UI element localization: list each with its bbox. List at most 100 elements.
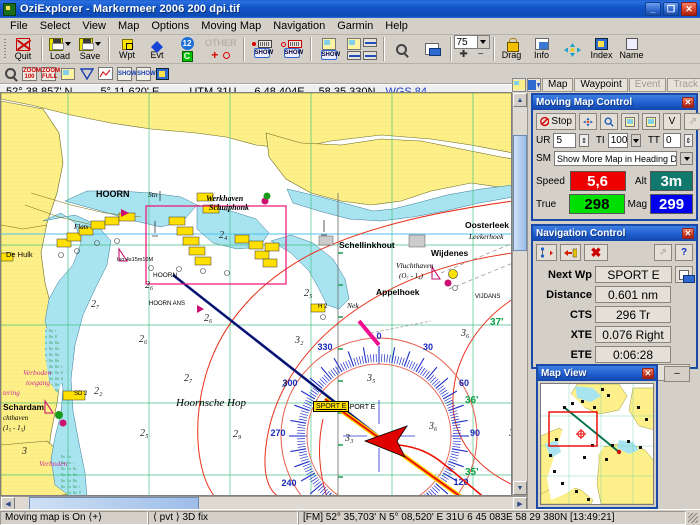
tt-input[interactable]: 0 — [663, 133, 681, 148]
show-events-button[interactable]: SHOW — [277, 35, 307, 63]
info-button[interactable]: Info — [527, 35, 557, 63]
quit-button[interactable]: Quit — [8, 35, 38, 63]
cancel-navigation-button[interactable]: ✖ — [584, 244, 608, 261]
chevron-down-icon[interactable] — [631, 134, 641, 147]
sounding-value: 3₆ — [460, 328, 470, 339]
map-list-button[interactable] — [59, 66, 76, 82]
tt-stepper[interactable]: ⇕ — [683, 134, 693, 147]
chevron-down-icon[interactable] — [476, 36, 489, 48]
properties-button[interactable] — [417, 35, 447, 63]
auto-map-button[interactable] — [642, 113, 660, 130]
ete-value: 0:06:28 — [595, 346, 671, 363]
chevron-down-icon[interactable] — [65, 42, 71, 46]
view-toggle-button[interactable]: V — [663, 113, 681, 130]
waypoint-button[interactable]: Wpt — [112, 35, 142, 63]
menu-item-help[interactable]: Help — [379, 19, 414, 33]
navigation-body: ✖ ⇗ ? Next Wp SPORT E Distance 0.601 nm … — [533, 241, 696, 369]
help-button[interactable]: ? — [675, 244, 693, 261]
proximity-button[interactable]: 12 C — [172, 35, 202, 63]
map-view-panel[interactable]: Map View ✕ — [536, 364, 658, 509]
ur-input[interactable]: 5 — [553, 133, 577, 148]
zoom-full-button[interactable]: ZOOM FULL — [40, 66, 60, 82]
show-grid-button[interactable]: SHOW — [116, 66, 137, 82]
minimize-button[interactable]: _ — [645, 2, 661, 16]
ti-input[interactable]: 100 — [607, 133, 629, 148]
map-vertical-scrollbar[interactable]: ▲ ▼ — [512, 92, 528, 496]
moving-map-control-panel[interactable]: Moving Map Control ✕ Stop V ⇗ UR 5 ⇕ TI … — [531, 93, 700, 221]
ur-stepper[interactable]: ⇕ — [579, 134, 589, 147]
navigation-control-panel[interactable]: Navigation Control ✕ ✖ ⇗ ? Next Wp SPORT… — [531, 224, 698, 369]
zoom-select[interactable]: 75 — [453, 35, 490, 49]
event-button[interactable]: Evt — [142, 35, 172, 63]
compass-degree-label: 90 — [470, 428, 480, 438]
show-labels-button[interactable]: SHOW — [135, 66, 156, 82]
save-down-icon[interactable] — [527, 77, 541, 92]
maximize-button[interactable]: ❐ — [663, 2, 679, 16]
goto-waypoint-button[interactable] — [536, 244, 557, 261]
close-icon[interactable]: ✕ — [682, 228, 694, 239]
stop-button[interactable]: Stop — [536, 113, 576, 130]
compass-degree-label: 0 — [376, 331, 381, 341]
name-label: Name — [619, 50, 644, 60]
scroll-down-button[interactable]: ▼ — [513, 481, 527, 495]
pan-buttons[interactable] — [557, 35, 587, 63]
menu-item-navigation[interactable]: Navigation — [267, 19, 331, 33]
zoom-out-button[interactable]: − — [478, 49, 484, 60]
waypoint-properties-button[interactable] — [675, 266, 695, 283]
route-button[interactable]: SHOW — [314, 35, 344, 63]
index-button[interactable]: Index — [587, 35, 617, 63]
drag-button[interactable]: Drag — [497, 35, 527, 63]
goto-route-button[interactable] — [560, 244, 581, 261]
map-view-canvas[interactable] — [540, 383, 654, 505]
zoom-100-button[interactable]: ZOOM 100 — [21, 66, 41, 82]
center-map-button[interactable] — [579, 113, 597, 130]
map-thumbnail-icon[interactable] — [512, 77, 526, 92]
map-label: Schuiphonk — [209, 203, 249, 212]
save-button[interactable]: Save — [75, 35, 105, 63]
name-search-button[interactable]: Name — [617, 35, 647, 63]
nav-row-xte: XTE 0.076 Right — [536, 326, 693, 343]
close-icon[interactable]: ✕ — [642, 368, 654, 379]
other-button[interactable]: OTHER + — [202, 35, 240, 63]
zoom-button[interactable] — [600, 113, 618, 130]
find-button[interactable] — [387, 35, 417, 63]
menu-item-map[interactable]: Map — [112, 19, 145, 33]
gps-connect-button[interactable] — [2, 66, 19, 82]
zoom-step-row: ✚ − — [459, 49, 483, 60]
menu-item-options[interactable]: Options — [145, 19, 195, 33]
tab-map[interactable]: Map — [542, 77, 574, 92]
resize-grip[interactable] — [686, 511, 700, 525]
load-button[interactable]: Load — [45, 35, 75, 63]
menu-item-moving-map[interactable]: Moving Map — [195, 19, 267, 33]
sm-select[interactable]: Show More Map in Heading Directio — [554, 151, 677, 166]
properties-icon — [679, 269, 695, 283]
close-button[interactable]: ✕ — [681, 2, 697, 16]
measure-icon — [346, 51, 361, 60]
chevron-down-icon[interactable] — [95, 42, 101, 46]
menu-item-file[interactable]: File — [4, 19, 34, 33]
chevron-down-icon[interactable] — [680, 152, 693, 165]
close-icon[interactable]: ✕ — [682, 97, 694, 108]
track-button[interactable] — [344, 35, 380, 63]
waypoint-sport-e-marker[interactable]: SPORT E — [313, 401, 350, 412]
show-waypoints-button[interactable]: SHOW — [247, 35, 277, 63]
menu-item-view[interactable]: View — [76, 19, 112, 33]
info-icon — [534, 38, 549, 50]
layers-button[interactable] — [154, 66, 171, 82]
tab-waypoint[interactable]: Waypoint — [574, 77, 628, 92]
map-canvas[interactable]: 0306090120150180210240270300330 — [0, 92, 512, 496]
sounding-value: 3 — [281, 379, 287, 390]
hidden-button-behind[interactable]: – — [664, 366, 690, 382]
speed-alt-row: Speed 5,6 Alt 3m — [536, 171, 693, 191]
menu-item-garmin[interactable]: Garmin — [331, 19, 379, 33]
map-label: Iso.4s15m10M — [117, 257, 153, 263]
vscroll-thumb[interactable] — [513, 135, 527, 251]
ruler-button[interactable] — [78, 66, 95, 82]
zoom-in-button[interactable]: ✚ — [459, 49, 467, 60]
true-heading-value: 298 — [569, 194, 625, 214]
map-label: (1₅ - 1₅) — [3, 424, 26, 432]
map-select-button[interactable] — [621, 113, 639, 130]
profile-button[interactable] — [97, 66, 114, 82]
scroll-up-button[interactable]: ▲ — [513, 93, 527, 107]
menu-item-select[interactable]: Select — [34, 19, 77, 33]
